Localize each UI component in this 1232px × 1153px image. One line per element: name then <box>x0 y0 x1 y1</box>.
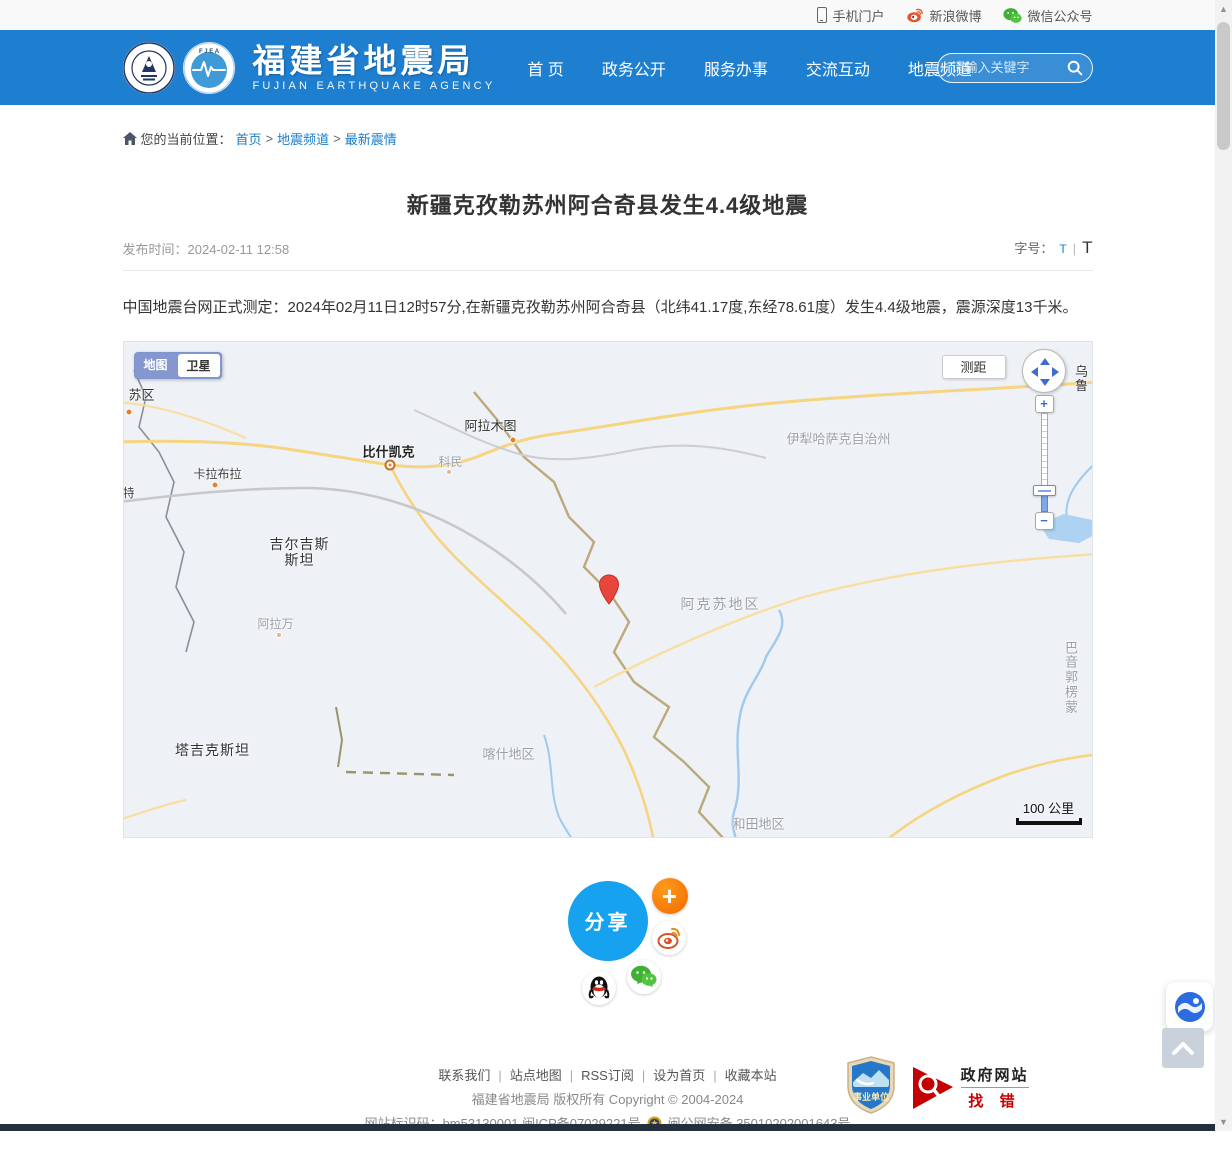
gov-site-find-error-badge[interactable]: 政府网站 找 错 <box>911 1063 1029 1111</box>
cea-logo <box>123 42 175 94</box>
site-brand: 福建省地震局 FUJIAN EARTHQUAKE AGENCY <box>253 44 496 92</box>
footer-rss-link[interactable]: RSS订阅 <box>581 1068 634 1083</box>
breadcrumb: 您的当前位置： 首页 > 地震频道 > 最新震情 <box>123 105 1093 148</box>
map-city-dot <box>276 632 282 638</box>
svg-text:F J E A: F J E A <box>198 49 219 55</box>
map-scale-bar <box>1016 818 1082 825</box>
fjea-logo: F J E A <box>183 42 235 94</box>
search-input[interactable] <box>952 60 1066 75</box>
map-scale-label: 100 公里 <box>1016 798 1082 817</box>
share-weibo-icon[interactable] <box>652 921 686 955</box>
nav-home[interactable]: 首 页 <box>527 56 563 80</box>
fontsize-control: 字号： T | T <box>1014 238 1092 258</box>
breadcrumb-prefix: 您的当前位置： <box>141 129 232 148</box>
breadcrumb-channel[interactable]: 地震频道 <box>277 129 329 148</box>
earthquake-map[interactable]: 苏区阿拉木图比什凯克科民卡拉布拉特吉尔吉斯 斯坦阿拉万伊犁哈萨克自治州乌鲁阿克苏… <box>123 341 1093 838</box>
footer-badges: 事业单位 政府网站 找 错 <box>845 1056 1029 1119</box>
public-institution-badge[interactable]: 事业单位 <box>845 1056 897 1119</box>
search-icon[interactable] <box>1066 59 1084 77</box>
main-nav: 首 页 政务公开 服务办事 交流互动 地震频道 <box>527 56 972 80</box>
map-type-map-button[interactable]: 地图 <box>135 353 177 378</box>
footer-sethome-link[interactable]: 设为首页 <box>653 1068 705 1083</box>
top-bar: 手机门户 新浪微博 微信公众号 <box>0 0 1215 30</box>
find-error-magnifier-icon <box>911 1063 957 1111</box>
map-city-dot <box>211 481 218 488</box>
weibo-link[interactable]: 新浪微博 <box>906 6 981 25</box>
site-header: F J E A 福建省地震局 FUJIAN EARTHQUAKE AGENCY … <box>0 30 1215 105</box>
weibo-label: 新浪微博 <box>929 6 981 25</box>
find-error-line1: 政府网站 <box>961 1064 1029 1088</box>
chevron-up-icon <box>1172 1041 1194 1055</box>
map-scale: 100 公里 <box>1016 798 1082 825</box>
breadcrumb-current[interactable]: 最新震情 <box>345 129 397 148</box>
zoom-in-button[interactable]: + <box>1035 395 1054 413</box>
zoom-slider-handle[interactable] <box>1033 485 1056 496</box>
footer-contact-link[interactable]: 联系我们 <box>438 1068 490 1083</box>
home-icon <box>123 132 137 145</box>
share-wechat-icon[interactable] <box>627 960 661 994</box>
zoom-slider-fill <box>1041 494 1048 512</box>
site-title-en: FUJIAN EARTHQUAKE AGENCY <box>253 80 496 92</box>
scrollbar-up-arrow[interactable]: ▲ <box>1215 4 1232 14</box>
zoom-out-button[interactable]: − <box>1035 512 1054 530</box>
breadcrumb-home[interactable]: 首页 <box>236 129 262 148</box>
back-to-top-button[interactable] <box>1162 1028 1204 1068</box>
nav-services[interactable]: 服务办事 <box>704 56 768 80</box>
breadcrumb-sep: > <box>266 131 274 146</box>
share-section: 分享 + <box>123 838 1093 1008</box>
nav-interaction[interactable]: 交流互动 <box>806 56 870 80</box>
map-city-dot <box>509 436 516 443</box>
breadcrumb-sep: > <box>333 131 341 146</box>
fontsize-label: 字号： <box>1014 238 1053 257</box>
wechat-label: 微信公众号 <box>1027 6 1092 25</box>
scrollbar-thumb[interactable] <box>1217 22 1230 150</box>
map-type-control: 地图 卫星 <box>134 352 222 379</box>
find-error-line2: 找 错 <box>961 1088 1029 1111</box>
fontsize-large-button[interactable]: T <box>1082 238 1092 258</box>
wechat-icon <box>1003 7 1022 24</box>
weibo-icon <box>906 6 924 24</box>
wechat-link[interactable]: 微信公众号 <box>1003 6 1092 25</box>
phone-icon <box>817 7 827 23</box>
map-city-dot <box>125 408 132 415</box>
map-pan-control[interactable] <box>1022 349 1066 393</box>
page: 手机门户 新浪微博 微信公众号 <box>0 0 1215 1153</box>
bottom-bar <box>0 1124 1215 1131</box>
site-title: 福建省地震局 <box>253 44 496 78</box>
floating-service-widget[interactable] <box>1166 982 1213 1031</box>
article-meta: 发布时间：2024-02-11 12:58 字号： T | T <box>123 238 1093 271</box>
share-button[interactable]: 分享 <box>568 881 648 961</box>
article-title: 新疆克孜勒苏州阿合奇县发生4.4级地震 <box>123 188 1093 220</box>
svg-text:事业单位: 事业单位 <box>852 1091 888 1102</box>
map-city-dot <box>386 461 393 468</box>
measure-distance-button[interactable]: 测距 <box>942 355 1006 379</box>
scrollbar-down-arrow[interactable]: ▼ <box>1215 1117 1232 1127</box>
footer-favorite-link[interactable]: 收藏本站 <box>725 1068 777 1083</box>
fontsize-small-button[interactable]: T <box>1059 242 1066 256</box>
map-type-satellite-button[interactable]: 卫星 <box>178 354 220 377</box>
service-logo-icon <box>1174 991 1206 1023</box>
mobile-portal-link[interactable]: 手机门户 <box>817 6 884 25</box>
map-city-dot <box>446 469 452 475</box>
article-body: 中国地震台网正式测定：2024年02月11日12时57分,在新疆克孜勒苏州阿合奇… <box>123 295 1093 321</box>
publish-time: 发布时间：2024-02-11 12:58 <box>123 239 290 258</box>
scrollbar[interactable]: ▲ ▼ <box>1215 0 1232 1131</box>
footer-sitemap-link[interactable]: 站点地图 <box>510 1068 562 1083</box>
mobile-portal-label: 手机门户 <box>832 6 884 25</box>
nav-gov-info[interactable]: 政务公开 <box>602 56 666 80</box>
fontsize-divider: | <box>1073 241 1076 256</box>
share-more-button[interactable]: + <box>652 878 688 914</box>
earthquake-marker-icon[interactable] <box>598 574 620 606</box>
share-qq-icon[interactable] <box>582 971 616 1005</box>
search-box <box>937 53 1093 83</box>
